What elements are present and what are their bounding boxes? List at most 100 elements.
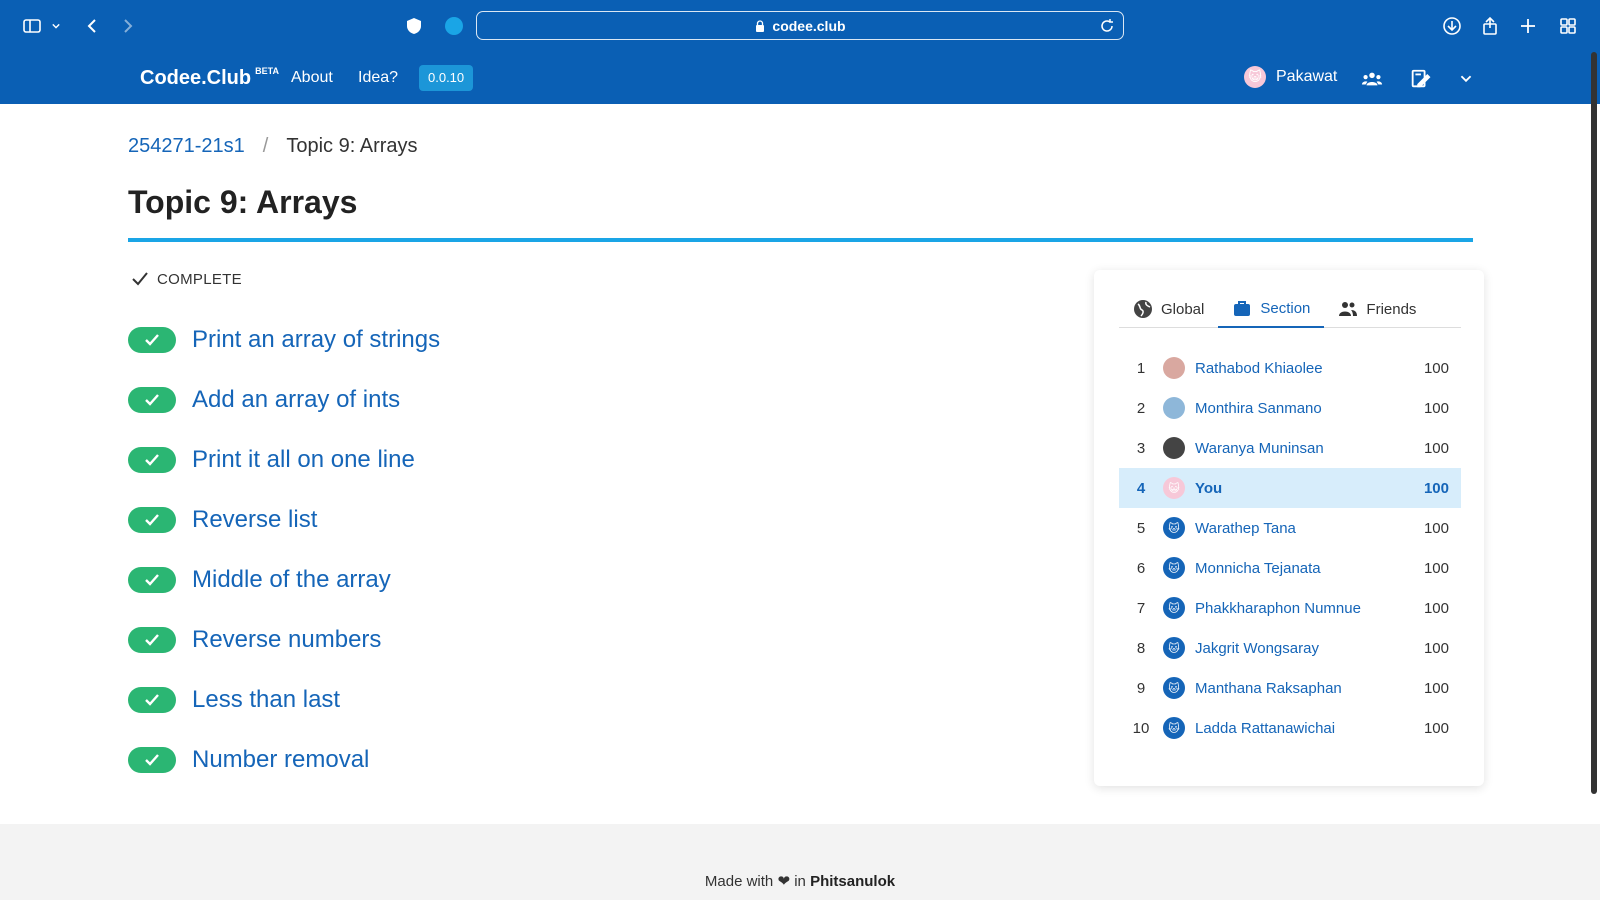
address-bar[interactable]: codee.club bbox=[476, 11, 1124, 40]
player-name[interactable]: Monnicha Tejanata bbox=[1195, 560, 1411, 577]
completion-status: COMPLETE bbox=[131, 270, 242, 288]
breadcrumb: 254271-21s1 / Topic 9: Arrays bbox=[128, 135, 418, 158]
rank: 10 bbox=[1132, 719, 1150, 737]
leaderboard-row[interactable]: 1 Rathabod Khiaolee 100 bbox=[1119, 348, 1461, 388]
forward-icon[interactable] bbox=[116, 14, 140, 38]
leaderboard-row[interactable]: 3 Waranya Muninsan 100 bbox=[1119, 428, 1461, 468]
completed-check-icon bbox=[128, 747, 176, 773]
avatar bbox=[1163, 397, 1185, 419]
player-name[interactable]: Rathabod Khiaolee bbox=[1195, 360, 1411, 377]
problem-link[interactable]: Reverse numbers bbox=[192, 626, 381, 654]
cat-avatar-icon: 🐱 bbox=[1163, 597, 1185, 619]
problem-item: Print an array of strings bbox=[128, 310, 440, 370]
player-name[interactable]: Ladda Rattanawichai bbox=[1195, 720, 1411, 737]
nav-about-link[interactable]: About bbox=[291, 69, 333, 87]
friends-icon[interactable] bbox=[1360, 67, 1384, 91]
score: 100 bbox=[1423, 639, 1449, 657]
problem-link[interactable]: Reverse list bbox=[192, 506, 317, 534]
download-icon[interactable] bbox=[1440, 14, 1464, 38]
problem-item: Number removal bbox=[128, 730, 440, 790]
leaderboard-row[interactable]: 10 🐱 Ladda Rattanawichai 100 bbox=[1119, 708, 1461, 748]
back-icon[interactable] bbox=[80, 14, 104, 38]
briefcase-icon bbox=[1234, 301, 1251, 316]
tab-global[interactable]: Global bbox=[1119, 290, 1218, 328]
player-name[interactable]: Monthira Sanmano bbox=[1195, 400, 1411, 417]
score: 100 bbox=[1423, 679, 1449, 697]
status-label: COMPLETE bbox=[157, 270, 242, 288]
problem-link[interactable]: Add an array of ints bbox=[192, 386, 400, 414]
sidebar-toggle-icon[interactable] bbox=[20, 14, 44, 38]
problem-link[interactable]: Middle of the array bbox=[192, 566, 391, 594]
problem-item: Reverse numbers bbox=[128, 610, 440, 670]
leaderboard-row[interactable]: 5 🐱 Warathep Tana 100 bbox=[1119, 508, 1461, 548]
user-name: Pakawat bbox=[1276, 68, 1338, 85]
leaderboard-row[interactable]: 7 🐱 Phakkharaphon Numnue 100 bbox=[1119, 588, 1461, 628]
score: 100 bbox=[1423, 479, 1449, 497]
player-name[interactable]: You bbox=[1195, 480, 1411, 497]
new-tab-icon[interactable] bbox=[1516, 14, 1540, 38]
rank: 2 bbox=[1136, 399, 1146, 417]
player-name[interactable]: Phakkharaphon Numnue bbox=[1195, 600, 1411, 617]
page-title: Topic 9: Arrays bbox=[128, 184, 358, 220]
share-icon[interactable] bbox=[1478, 14, 1502, 38]
tab-label: Friends bbox=[1366, 300, 1417, 318]
leaderboard-row[interactable]: 6 🐱 Monnicha Tejanata 100 bbox=[1119, 548, 1461, 588]
tab-section[interactable]: Section bbox=[1218, 290, 1325, 328]
leaderboard-row[interactable]: 2 Monthira Sanmano 100 bbox=[1119, 388, 1461, 428]
completed-check-icon bbox=[128, 327, 176, 353]
footer-middle: in bbox=[794, 873, 806, 890]
leaderboard-row[interactable]: 9 🐱 Manthana Raksaphan 100 bbox=[1119, 668, 1461, 708]
avatar bbox=[1163, 357, 1185, 379]
adblock-icon[interactable] bbox=[442, 14, 466, 38]
tab-label: Global bbox=[1161, 300, 1205, 318]
rank: 7 bbox=[1136, 599, 1146, 617]
globe-icon bbox=[1134, 300, 1152, 318]
problem-link[interactable]: Number removal bbox=[192, 746, 369, 774]
completed-check-icon bbox=[128, 687, 176, 713]
leaderboard-tabs: Global Section Friends bbox=[1119, 290, 1461, 328]
cat-avatar-icon: 😺 bbox=[1163, 477, 1185, 499]
rank: 8 bbox=[1136, 639, 1146, 657]
chevron-down-icon[interactable] bbox=[1454, 67, 1478, 91]
rank: 9 bbox=[1136, 679, 1146, 697]
problem-list: Print an array of strings Add an array o… bbox=[128, 310, 440, 790]
completed-check-icon bbox=[128, 447, 176, 473]
lock-icon bbox=[756, 19, 765, 32]
avatar bbox=[1163, 437, 1185, 459]
browser-toolbar: codee.club bbox=[0, 0, 1600, 52]
rank: 1 bbox=[1136, 359, 1146, 377]
tab-friends[interactable]: Friends bbox=[1324, 290, 1430, 328]
heart-icon: ❤ bbox=[777, 873, 791, 890]
player-name[interactable]: Waranya Muninsan bbox=[1195, 440, 1411, 457]
problem-item: Reverse list bbox=[128, 490, 440, 550]
completed-check-icon bbox=[128, 627, 176, 653]
beta-badge: BETA bbox=[255, 66, 279, 76]
leaderboard-row[interactable]: 8 🐱 Jakgrit Wongsaray 100 bbox=[1119, 628, 1461, 668]
completed-check-icon bbox=[128, 387, 176, 413]
player-name[interactable]: Manthana Raksaphan bbox=[1195, 680, 1411, 697]
reload-icon[interactable] bbox=[1099, 18, 1115, 34]
shield-icon[interactable] bbox=[402, 14, 426, 38]
user-menu[interactable]: 😺 Pakawat bbox=[1244, 66, 1337, 88]
cat-avatar-icon: 😺 bbox=[1244, 66, 1266, 88]
rank: 3 bbox=[1136, 439, 1146, 457]
player-name[interactable]: Warathep Tana bbox=[1195, 520, 1411, 537]
problem-link[interactable]: Print an array of strings bbox=[192, 326, 440, 354]
nav-idea-link[interactable]: Idea? bbox=[358, 69, 398, 87]
player-name[interactable]: Jakgrit Wongsaray bbox=[1195, 640, 1411, 657]
score: 100 bbox=[1423, 719, 1449, 737]
breadcrumb-course-link[interactable]: 254271-21s1 bbox=[128, 135, 245, 158]
page-scrollbar[interactable] bbox=[1591, 52, 1597, 794]
footer-prefix: Made with bbox=[704, 873, 774, 890]
leaderboard-row-current-user[interactable]: 4 😺 You 100 bbox=[1119, 468, 1461, 508]
score: 100 bbox=[1423, 559, 1449, 577]
problem-item: Print it all on one line bbox=[128, 430, 440, 490]
problem-link[interactable]: Less than last bbox=[192, 686, 340, 714]
title-divider bbox=[128, 238, 1473, 242]
chevron-down-icon[interactable] bbox=[48, 14, 64, 38]
edit-note-icon[interactable] bbox=[1408, 67, 1432, 91]
tab-overview-icon[interactable] bbox=[1556, 14, 1580, 38]
problem-link[interactable]: Print it all on one line bbox=[192, 446, 415, 474]
footer-place: Phitsanulok bbox=[810, 873, 896, 890]
brand-logo[interactable]: Codee.Club BETA bbox=[140, 66, 279, 90]
